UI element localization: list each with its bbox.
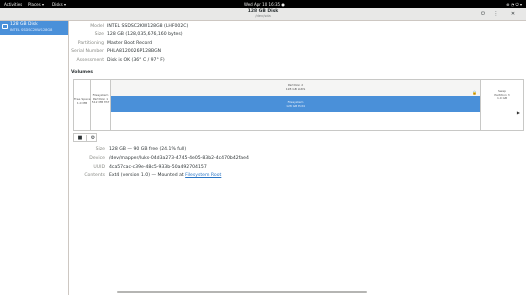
close-icon[interactable]: ✕ (506, 10, 520, 18)
volume-label: Filesystem Partition 1 512 MB FAT (91, 93, 110, 105)
serial-label: Serial Number (71, 49, 104, 54)
volume-label: Free Space 1.0 MB (74, 97, 91, 105)
model-label: Model (90, 24, 104, 29)
play-icon: ▶ (516, 110, 520, 115)
disk-model: INTEL SSDSC2KW128G8 (10, 28, 53, 32)
contents-label: Contents (84, 173, 105, 178)
status-area[interactable]: ⊕ ◔ ⏻ ▾ (506, 2, 522, 7)
partitioning-value: Master Boot Record (107, 41, 153, 46)
activities-button[interactable]: Activities (4, 2, 22, 7)
assessment-label: Assessment (76, 58, 104, 63)
volume-partition-1[interactable]: Filesystem Partition 1 512 MB FAT (91, 80, 111, 130)
volume-label: Filesystem 128 GB Ext4 (286, 100, 305, 108)
app-menu[interactable]: Disks ▾ (52, 2, 66, 7)
size-value: 128 GB (128,035,676,160 bytes) (107, 32, 183, 37)
disk-name: 128 GB Disk (10, 22, 38, 27)
model-value: INTEL SSDSC2KW128G8 (LHF002C) (107, 24, 189, 29)
volume-partition-2[interactable]: Partition 2 128 GB LUKS 🔒 Filesystem 128… (111, 80, 481, 130)
lock-icon: 🔒 (472, 90, 477, 95)
device-label: Device (89, 156, 105, 161)
uuid-value: 4ca57cac-c39e-48c5-933b-50a492704157 (109, 165, 207, 170)
contents-value: Ext4 (version 1.0) — Mounted at (109, 173, 186, 178)
disk-list-sidebar: 128 GB Disk INTEL SSDSC2KW128G8 (0, 21, 69, 295)
luks-container[interactable]: Partition 2 128 GB LUKS 🔒 (111, 80, 480, 96)
header-bar: 128 GB Disk /dev/sda ⏻ ⋮ ✕ (0, 8, 526, 21)
drive-icon (2, 24, 8, 29)
volume-filesystem-ext4[interactable]: Filesystem 128 GB Ext4 (111, 96, 480, 112)
volume-label: Swap Partition 3 1.0 GB (494, 89, 510, 101)
volume-toolbar: ■ ⚙ (73, 133, 97, 142)
volumes-map: Free Space 1.0 MB Filesystem Partition 1… (73, 79, 524, 131)
disk-list-item[interactable]: 128 GB Disk INTEL SSDSC2KW128G8 (0, 21, 68, 35)
volumes-heading: Volumes (71, 70, 93, 75)
power-off-icon[interactable]: ⏻ (478, 10, 488, 18)
window-subtitle: /dev/sda (255, 14, 271, 18)
mount-point-link[interactable]: Filesystem Root (185, 173, 221, 178)
menu-icon[interactable]: ⋮ (491, 10, 501, 18)
places-menu[interactable]: Places ▾ (28, 2, 44, 7)
size-label: Size (94, 32, 104, 37)
horizontal-scrollbar[interactable] (117, 291, 367, 293)
volume-label: Partition 2 128 GB LUKS (285, 83, 306, 91)
gear-icon[interactable]: ⚙ (86, 135, 99, 141)
volume-free-space[interactable]: Free Space 1.0 MB (74, 80, 91, 130)
device-value: /dev/mapper/luks-04d3a273-4745-4e05-83b2… (109, 156, 249, 161)
serial-value: PHLA8120026P128BGN (107, 49, 162, 54)
clock[interactable]: Wed Apr 10 16:35 ● (244, 2, 285, 7)
disk-details-panel: Model INTEL SSDSC2KW128G8 (LHF002C) Size… (69, 21, 526, 295)
volume-partition-3-swap[interactable]: Swap Partition 3 1.0 GB ▶ (481, 80, 523, 130)
uuid-label: UUID (93, 165, 105, 170)
assessment-value: Disk is OK (36° C / 97° F) (107, 58, 165, 63)
volume-size-value: 128 GB — 90 GB free (24.1% full) (109, 147, 187, 152)
stop-icon[interactable]: ■ (74, 135, 86, 141)
partitioning-label: Partitioning (77, 41, 104, 46)
system-top-bar: Activities Places ▾ Disks ▾ Wed Apr 10 1… (0, 0, 526, 8)
volume-size-label: Size (95, 147, 105, 152)
